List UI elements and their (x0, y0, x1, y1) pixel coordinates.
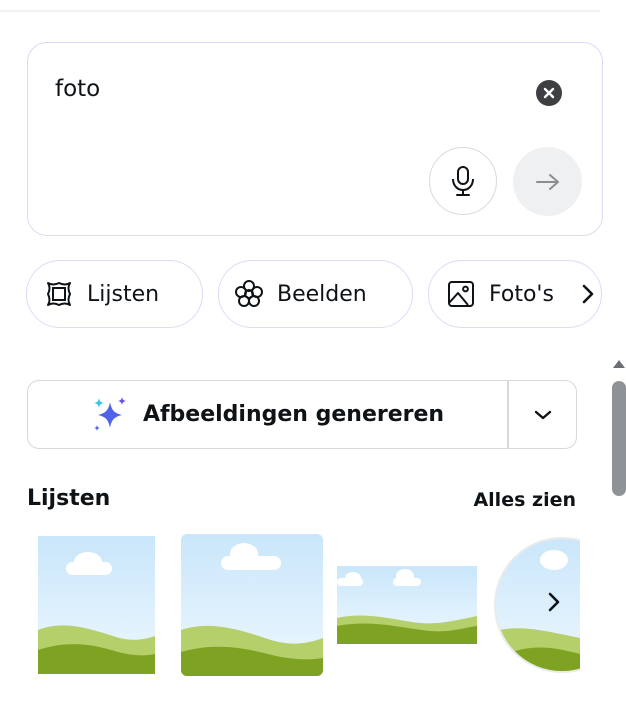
frame-thumbnail[interactable] (181, 534, 323, 676)
search-box[interactable]: foto (27, 42, 603, 236)
generate-images-label: Afbeeldingen genereren (142, 402, 445, 427)
chip-graphics[interactable]: Beelden (218, 260, 413, 328)
frames-carousel (0, 530, 580, 680)
scroll-up-arrow[interactable] (613, 360, 625, 368)
frame-thumbnail[interactable] (337, 566, 477, 644)
chevron-right-icon (582, 284, 594, 304)
chip-frames-label: Lijsten (87, 281, 160, 307)
frame-icon (43, 278, 75, 310)
chip-frames[interactable]: Lijsten (26, 260, 203, 328)
microphone-icon (452, 166, 474, 196)
chip-graphics-label: Beelden (277, 281, 367, 307)
close-icon (543, 87, 555, 99)
see-all-link[interactable]: Alles zien (473, 489, 576, 511)
frame-thumbnail[interactable] (38, 536, 155, 674)
image-icon (445, 278, 477, 310)
chip-photos-label: Foto's (489, 281, 554, 307)
chevron-right-icon (548, 592, 560, 612)
search-input[interactable]: foto (55, 76, 100, 102)
arrow-right-icon (535, 173, 559, 190)
section-title: Lijsten (27, 486, 111, 511)
category-chips: Lijsten Beelden Foto's (26, 260, 626, 330)
top-divider (0, 10, 600, 12)
chips-next-button[interactable] (576, 282, 600, 306)
carousel-next-button[interactable] (530, 578, 578, 626)
generate-images-control: Afbeeldingen genereren (27, 380, 577, 449)
generate-images-button[interactable]: Afbeeldingen genereren (28, 381, 507, 448)
submit-search-button[interactable] (513, 147, 582, 216)
scrollbar-thumb[interactable] (612, 381, 626, 496)
generate-options-dropdown[interactable] (509, 381, 576, 448)
flower-icon (233, 278, 265, 310)
chevron-down-icon (534, 410, 551, 419)
voice-search-button[interactable] (429, 147, 497, 215)
sparkle-icon (93, 396, 126, 431)
clear-search-button[interactable] (536, 80, 562, 106)
